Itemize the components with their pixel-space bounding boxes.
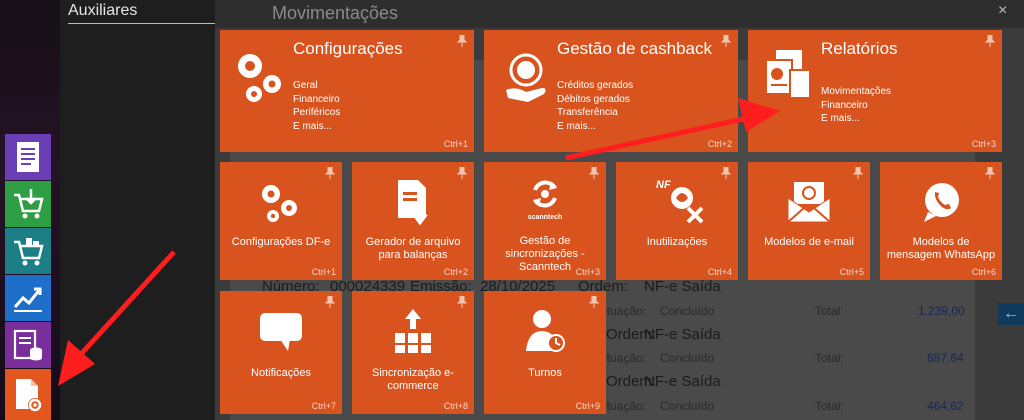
arrow-to-relatorios bbox=[565, 98, 780, 161]
annotation-arrows bbox=[58, 98, 780, 386]
arrow-to-dock bbox=[58, 250, 176, 386]
